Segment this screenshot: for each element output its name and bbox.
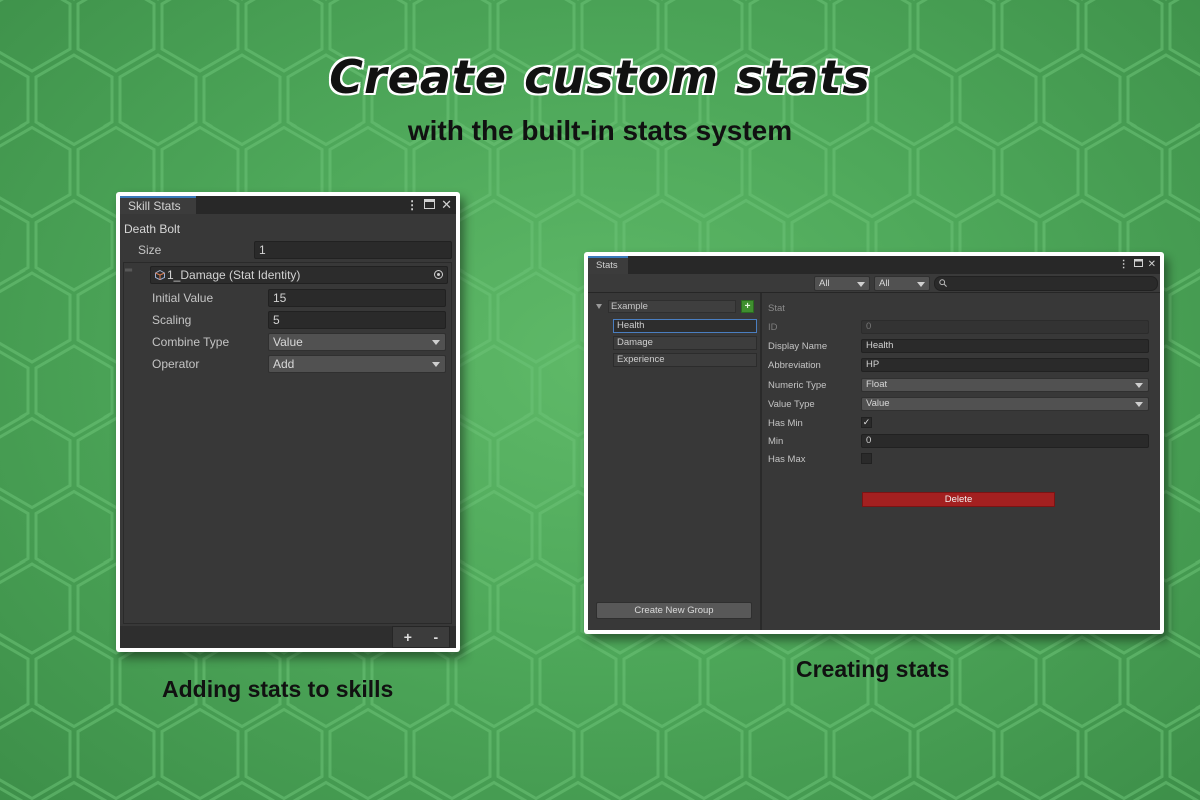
subheadline: with the built-in stats system: [407, 115, 793, 146]
caption-right: Creating stats: [796, 656, 950, 682]
add-remove-buttons: + -: [392, 626, 450, 648]
stat-identity-field[interactable]: 1_Damage (Stat Identity): [150, 266, 448, 284]
create-group-button[interactable]: Create New Group: [596, 602, 752, 619]
filter-dropdown-2[interactable]: All: [874, 276, 930, 291]
chevron-down-icon: [857, 281, 865, 287]
has-min-label: Has Min: [768, 418, 803, 429]
operator-value: Add: [273, 357, 295, 371]
section-title: Stat: [768, 303, 785, 314]
kebab-menu-icon[interactable]: ⋮: [1119, 256, 1129, 274]
group-header[interactable]: Example: [608, 300, 736, 313]
chevron-down-icon: [432, 362, 440, 367]
numeric-type-dropdown[interactable]: Float: [861, 378, 1149, 392]
combine-type-dropdown[interactable]: Value: [268, 333, 446, 351]
chevron-down-icon: [432, 340, 440, 345]
abbreviation-label: Abbreviation: [768, 360, 821, 371]
value-type-dropdown[interactable]: Value: [861, 397, 1149, 411]
tab-stats[interactable]: Stats: [588, 256, 628, 274]
chevron-down-icon: [1135, 402, 1143, 407]
operator-dropdown[interactable]: Add: [268, 355, 446, 373]
window-buttons: ⋮ ✕: [1119, 256, 1156, 274]
chevron-down-icon: [917, 281, 925, 287]
initial-value-field[interactable]: 15: [268, 289, 446, 307]
skill-stats-window: Skill Stats ⋮ ✕ Death Bolt Size 1 ═ 1_Da…: [120, 196, 456, 648]
display-name-field[interactable]: Health: [861, 339, 1149, 353]
remove-element-button[interactable]: -: [434, 629, 439, 645]
stat-list-item[interactable]: Experience: [613, 353, 757, 367]
skill-stats-screenshot: Skill Stats ⋮ ✕ Death Bolt Size 1 ═ 1_Da…: [116, 192, 460, 652]
min-field[interactable]: 0: [861, 434, 1149, 448]
stat-list-item-label: Experience: [617, 354, 665, 365]
scaling-label: Scaling: [152, 313, 192, 327]
maximize-icon[interactable]: [424, 196, 436, 214]
stat-identity-value: 1_Damage (Stat Identity): [167, 268, 301, 282]
stat-list-item-label: Damage: [617, 337, 653, 348]
filter-2-value: All: [879, 278, 890, 289]
stat-list-item[interactable]: Health: [613, 319, 757, 333]
combine-type-label: Combine Type: [152, 335, 230, 349]
initial-value-label: Initial Value: [152, 291, 214, 305]
chevron-down-icon: [1135, 383, 1143, 388]
maximize-icon[interactable]: [1133, 256, 1143, 274]
headline: Create custom stats: [329, 50, 871, 104]
kebab-menu-icon[interactable]: ⋮: [406, 196, 418, 214]
foldout-arrow-icon[interactable]: [596, 304, 602, 309]
has-max-checkbox[interactable]: [861, 453, 872, 464]
operator-label: Operator: [152, 357, 200, 371]
stats-window: Stats ⋮ ✕ All All Example + Health Damage…: [588, 256, 1160, 630]
search-icon: [939, 279, 947, 287]
stats-screenshot: Stats ⋮ ✕ All All Example + Health Damage…: [584, 252, 1164, 634]
numeric-type-value: Float: [866, 379, 888, 390]
drag-handle-icon[interactable]: ═: [125, 265, 132, 276]
tab-bar: Skill Stats ⋮ ✕: [120, 196, 456, 214]
numeric-type-label: Numeric Type: [768, 380, 827, 391]
display-name-label: Display Name: [768, 341, 828, 352]
add-element-button[interactable]: +: [404, 629, 412, 645]
has-max-label: Has Max: [768, 454, 806, 465]
delete-button[interactable]: Delete: [862, 492, 1055, 507]
stat-list-item-label: Health: [617, 320, 645, 331]
scaling-field[interactable]: 5: [268, 311, 446, 329]
object-picker-icon[interactable]: [434, 270, 443, 279]
value-type-value: Value: [866, 398, 890, 409]
filter-dropdown-1[interactable]: All: [814, 276, 870, 291]
size-label: Size: [138, 243, 162, 257]
abbreviation-field[interactable]: HP: [861, 358, 1149, 372]
window-buttons: ⋮ ✕: [406, 196, 452, 214]
min-label: Min: [768, 436, 784, 447]
has-min-checkbox[interactable]: ✓: [861, 417, 872, 428]
size-field[interactable]: 1: [254, 241, 452, 259]
id-field: 0: [861, 320, 1149, 334]
tab-bar: Stats ⋮ ✕: [588, 256, 1160, 274]
search-input[interactable]: [934, 276, 1158, 291]
close-icon[interactable]: ✕: [1148, 256, 1156, 274]
object-name: Death Bolt: [124, 222, 181, 236]
stat-list-item[interactable]: Damage: [613, 336, 757, 350]
tab-skill-stats[interactable]: Skill Stats: [120, 196, 196, 214]
close-icon[interactable]: ✕: [441, 196, 452, 214]
caption-left: Adding stats to skills: [162, 676, 394, 702]
check-icon: ✓: [862, 417, 871, 427]
id-label: ID: [768, 322, 778, 333]
combine-type-value: Value: [273, 335, 303, 349]
value-type-label: Value Type: [768, 399, 815, 410]
filter-1-value: All: [819, 278, 830, 289]
group-name: Example: [611, 301, 648, 312]
add-stat-button[interactable]: +: [741, 300, 754, 313]
stat-identity-icon: [155, 268, 165, 281]
